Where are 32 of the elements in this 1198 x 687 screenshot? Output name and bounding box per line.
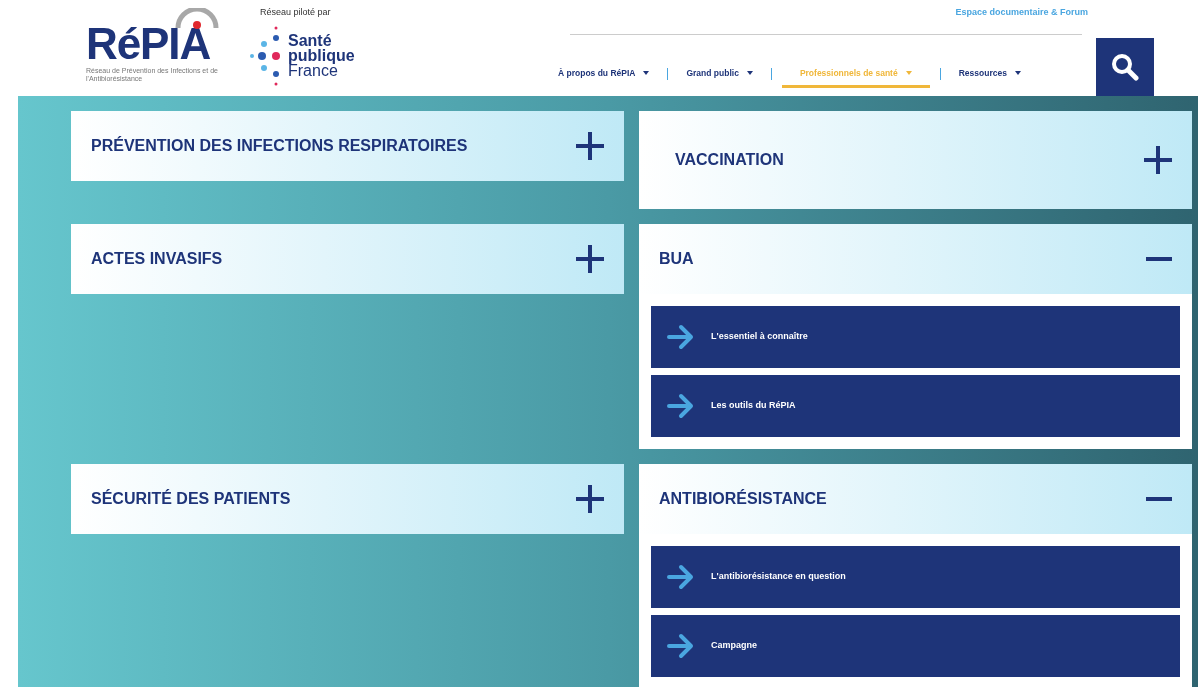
arrow-right-icon (667, 632, 695, 659)
accordion-title: PRÉVENTION DES INFECTIONS RESPIRATOIRES (91, 135, 468, 156)
accordion-title: ANTIBIORÉSISTANCE (659, 488, 827, 509)
arrow-right-icon (667, 392, 695, 419)
nav-tab[interactable]: Grand public (678, 60, 761, 89)
nav-tab[interactable]: Ressources (950, 60, 1029, 89)
plus-icon (576, 244, 604, 273)
piloted-by-label: Réseau piloté par (260, 6, 332, 19)
accordion-link[interactable]: Les outils du RéPIA (651, 374, 1180, 437)
accordion-link[interactable]: L'antibiorésistance en question (651, 545, 1180, 608)
caret-icon (905, 70, 912, 75)
search-button[interactable] (1096, 37, 1154, 96)
logo-wordmark: RéPIA (86, 22, 212, 66)
partner-logo-text: Santé (288, 33, 333, 48)
arrow-right-icon (667, 323, 695, 350)
minus-icon (1146, 496, 1172, 501)
plus-icon (576, 484, 604, 513)
accordion-title: BUA (659, 248, 694, 269)
plus-icon (576, 131, 604, 160)
accordion-link[interactable]: L'essentiel à connaître (651, 305, 1180, 368)
plus-icon (1144, 145, 1172, 174)
caret-icon (1014, 70, 1021, 75)
arrow-right-icon (667, 563, 695, 590)
search-icon (1111, 52, 1139, 81)
accordion-title: VACCINATION (674, 149, 784, 170)
accordion-title: ACTES INVASIFS (91, 248, 223, 269)
caret-icon (746, 70, 753, 75)
caret-icon (643, 70, 650, 75)
accordion-title: SÉCURITÉ DES PATIENTS (91, 488, 291, 509)
nav-tab[interactable]: À propos du RéPIA (550, 60, 658, 89)
minus-icon (1146, 256, 1172, 261)
accordion-link[interactable]: Campagne (651, 614, 1180, 677)
